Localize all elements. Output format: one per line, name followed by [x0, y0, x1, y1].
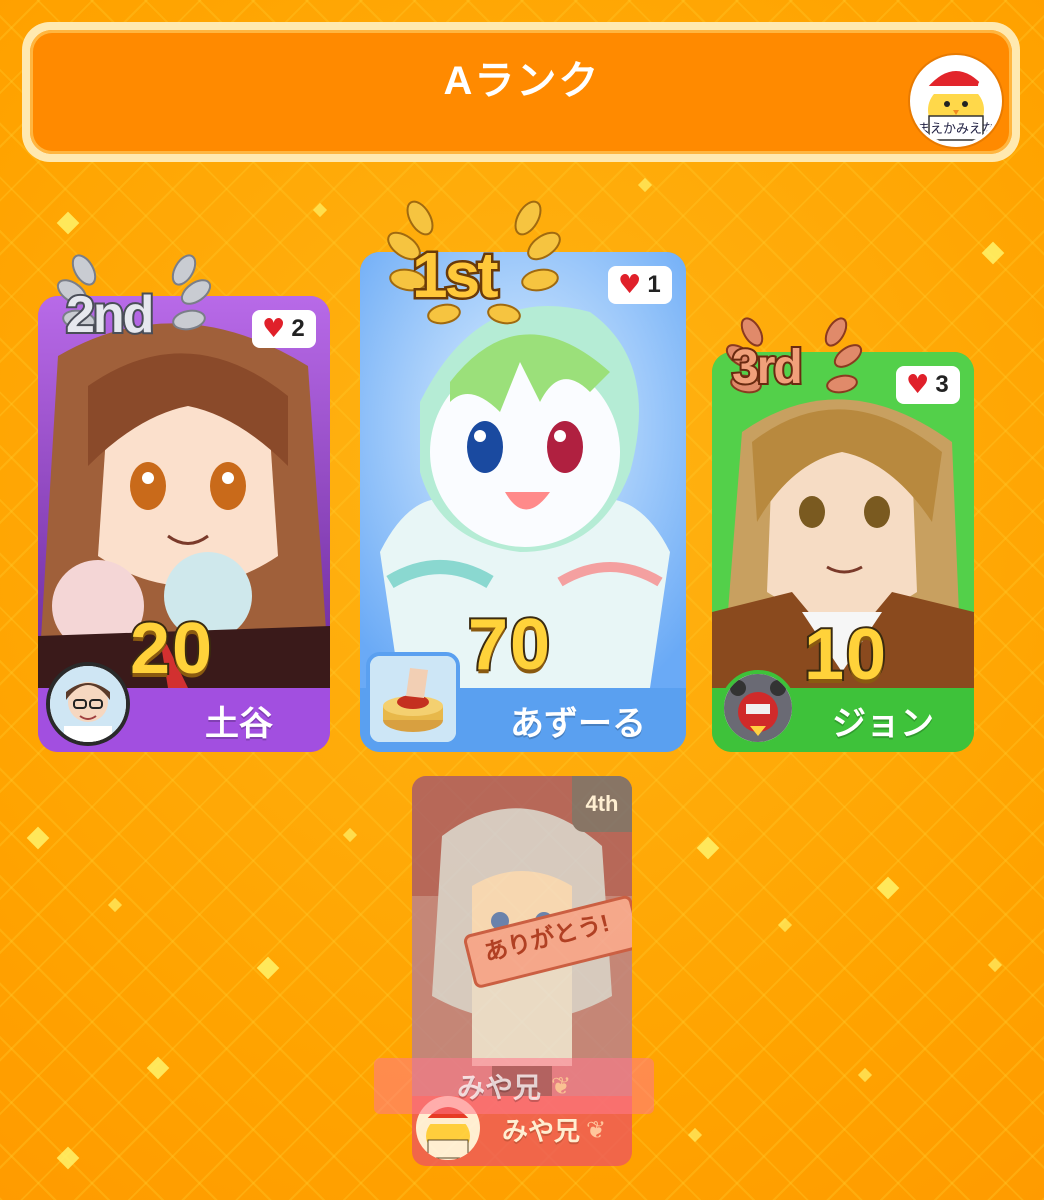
- button-press-avatar-icon: [370, 656, 456, 742]
- player-score: 10: [802, 613, 889, 697]
- player-name: 土谷: [205, 704, 273, 743]
- rank-title: Aランク: [443, 59, 601, 103]
- fourth-name-row: みや兄 ❦: [502, 1111, 606, 1148]
- avatar-sign-text: まえかみえな: [917, 122, 995, 137]
- chick-avatar-icon: まえかみえな: [913, 58, 999, 144]
- rank-2nd-label: 2nd: [64, 284, 156, 346]
- header-avatar[interactable]: まえかみえな: [910, 55, 1002, 147]
- rank-1st-label: 1st: [410, 237, 501, 314]
- player-score: 70: [466, 603, 553, 687]
- sprout-icon: ❦: [550, 1072, 572, 1100]
- player-avatar[interactable]: [720, 670, 796, 746]
- like-badge[interactable]: ♥ 3: [896, 366, 960, 404]
- rank-3rd-label: 3rd: [730, 339, 805, 396]
- robot-avatar-icon: [724, 674, 792, 742]
- player-avatar[interactable]: [46, 662, 130, 746]
- heart-icon: ♥: [262, 314, 286, 344]
- player-name: みや兄: [502, 1116, 581, 1146]
- fourth-ghost-name-bar: みや兄 ❦: [374, 1058, 654, 1114]
- user-avatar-icon: [50, 666, 126, 742]
- player-card-2nd[interactable]: 土谷 ♥ 2 20: [38, 296, 330, 752]
- sprout-icon: ❦: [586, 1115, 607, 1144]
- like-count: 2: [291, 315, 305, 342]
- rank-4th-label: 4th: [572, 776, 632, 832]
- player-score: 20: [128, 607, 215, 691]
- like-count: 1: [647, 271, 661, 298]
- like-badge[interactable]: ♥ 1: [608, 266, 672, 304]
- like-badge[interactable]: ♥ 2: [252, 310, 316, 348]
- player-avatar[interactable]: [366, 652, 460, 746]
- heart-icon: ♥: [906, 370, 930, 400]
- heart-icon: ♥: [618, 270, 642, 300]
- player-name: あずーる: [510, 704, 646, 743]
- like-count: 3: [935, 371, 949, 398]
- ghost-player-name: みや兄: [456, 1072, 541, 1103]
- player-name: ジョン: [832, 704, 934, 743]
